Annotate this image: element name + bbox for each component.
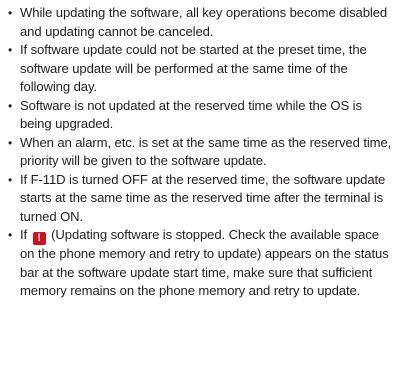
note-text: When an alarm, etc. is set at the same t…: [20, 134, 392, 169]
bullet: •: [8, 43, 13, 57]
note-text: Software is not updated at the reserved …: [20, 97, 362, 132]
note-update-stopped: • If ! (Updating software is stopped. Ch…: [8, 226, 392, 301]
bullet: •: [8, 135, 13, 150]
note-terminal-off: • If F-11D is turned OFF at the reserved…: [8, 171, 392, 227]
note-text: If software update could not be started …: [20, 42, 367, 94]
bullet: •: [8, 98, 13, 113]
bullet: •: [8, 172, 13, 187]
notes-list: • While updating the software, all key o…: [8, 4, 392, 301]
note-update-in-progress: • While updating the software, all key o…: [8, 4, 392, 41]
note-update-not-started: • If software update could not be starte…: [8, 41, 392, 97]
note-text: If F-11D is turned OFF at the reserved t…: [20, 171, 386, 224]
note-prefix: If: [20, 227, 28, 242]
bullet: •: [8, 228, 13, 242]
note-text: While updating the software, all key ope…: [20, 5, 388, 39]
note-text: (Updating software is stopped. Check the…: [20, 227, 389, 298]
note-alarm-priority: • When an alarm, etc. is set at the same…: [8, 134, 392, 171]
note-os-upgrade: • Software is not updated at the reserve…: [8, 97, 392, 134]
update-stopped-icon: !: [32, 232, 46, 245]
bullet: •: [8, 6, 13, 20]
